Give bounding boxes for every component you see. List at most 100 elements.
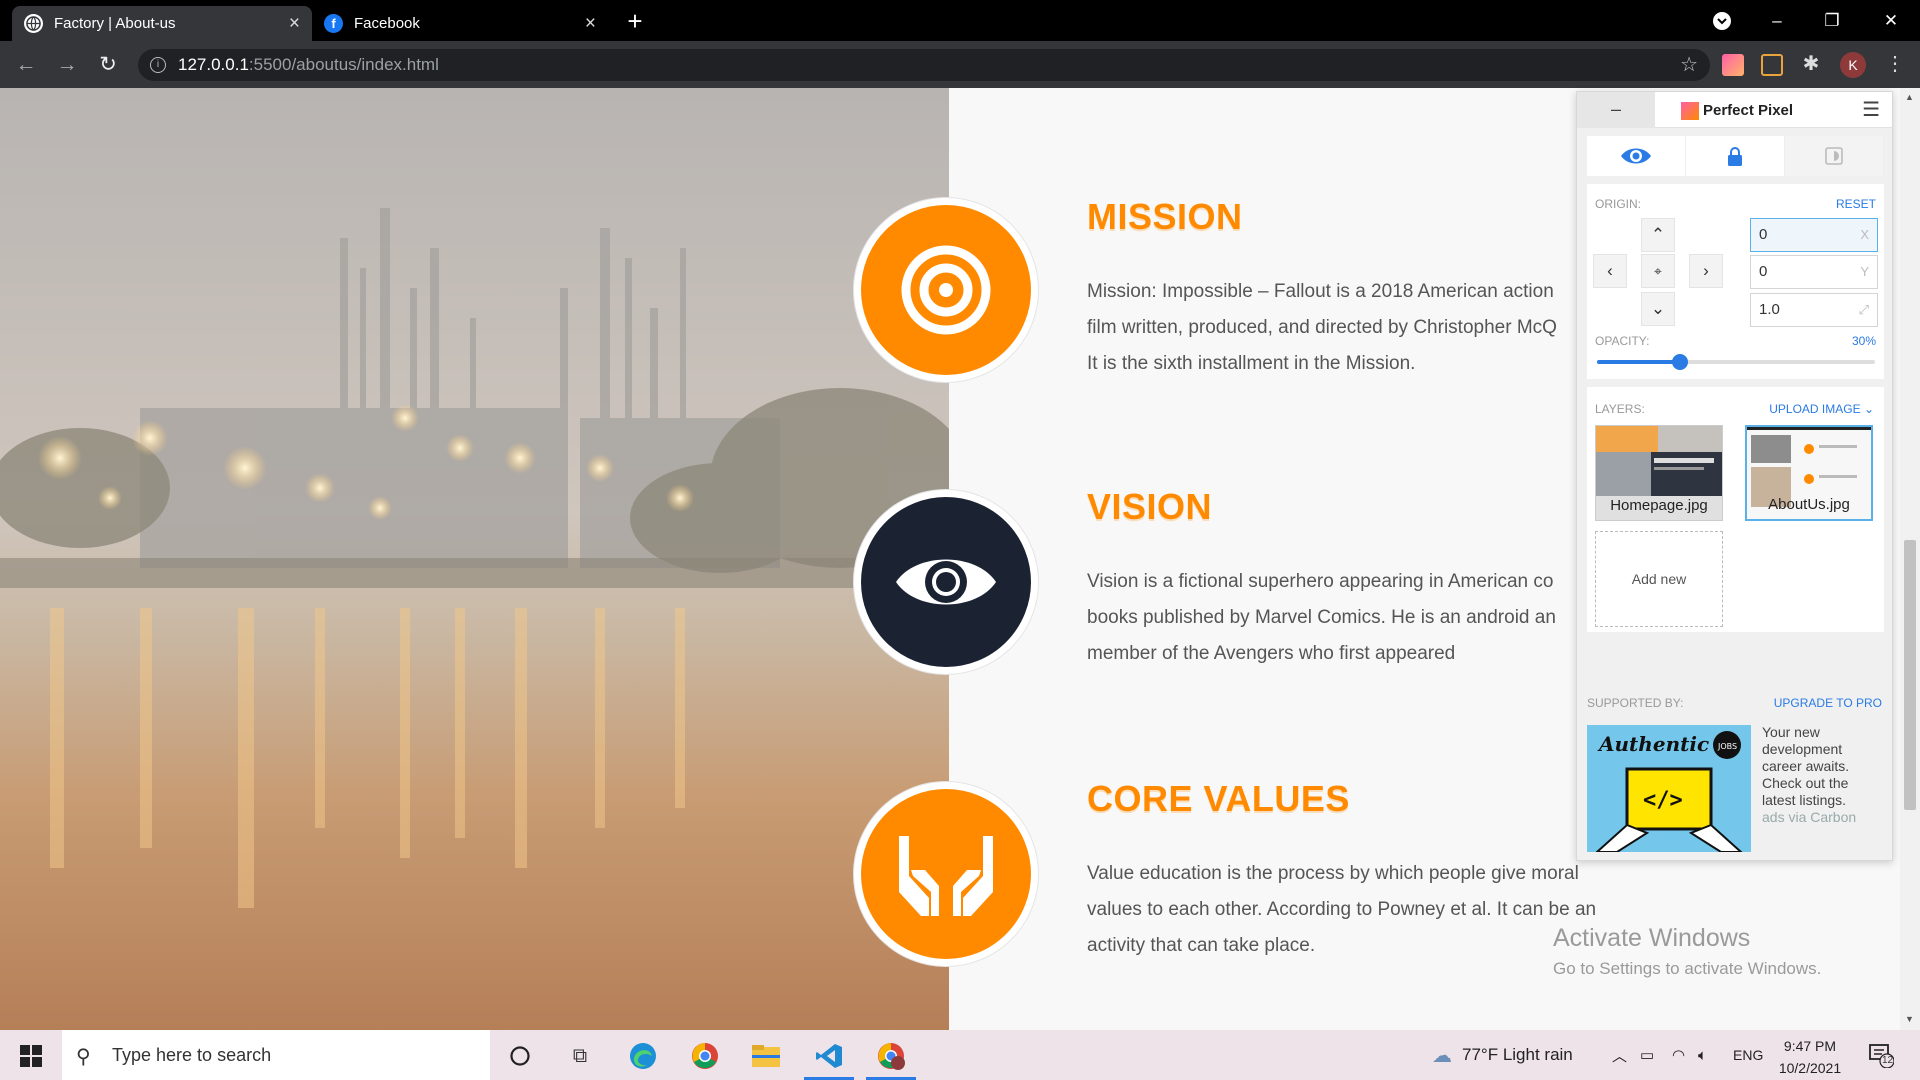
layer-thumbnail-homepage[interactable]: Homepage.jpg xyxy=(1595,425,1723,521)
screenshot-extension-icon[interactable] xyxy=(1761,54,1783,76)
restore-window-button[interactable]: ❐ xyxy=(1809,0,1855,41)
show-hidden-icons-button[interactable]: ︿ xyxy=(1612,1030,1627,1080)
layers-card: LAYERS: UPLOAD IMAGE ⌄ Homepage.jpg Abou… xyxy=(1587,387,1884,632)
scale-value: 1.0 xyxy=(1759,301,1780,318)
move-left-button[interactable]: ‹ xyxy=(1593,254,1627,288)
notification-center-icon[interactable]: 12 xyxy=(1868,1042,1895,1069)
layer-name: Homepage.jpg xyxy=(1610,497,1708,514)
carbon-ad-image[interactable]: Authentic JOBS </> xyxy=(1587,725,1751,852)
battery-icon[interactable]: ▭ xyxy=(1640,1030,1654,1080)
tab-factory-about-us[interactable]: Factory | About-us × xyxy=(12,6,312,41)
layers-label: LAYERS: xyxy=(1595,402,1645,416)
ad-copy: Your new development career awaits. Chec… xyxy=(1762,724,1850,808)
scrollbar-thumb[interactable] xyxy=(1904,540,1916,810)
upgrade-to-pro-link[interactable]: UPGRADE TO PRO xyxy=(1774,696,1882,710)
center-origin-button[interactable]: ⌖ xyxy=(1641,254,1675,288)
hamburger-menu-icon[interactable]: ☰ xyxy=(1862,100,1880,120)
vision-icon-circle xyxy=(854,490,1038,674)
layer-thumbnail-aboutus[interactable]: AboutUs.jpg xyxy=(1745,425,1873,521)
vision-heading: VISION xyxy=(1087,486,1213,527)
add-new-layer-button[interactable]: Add new xyxy=(1595,531,1723,627)
ad-brand-text: Authentic xyxy=(1597,732,1709,756)
extensions-puzzle-icon[interactable]: ✱ xyxy=(1800,53,1822,75)
language-indicator[interactable]: ENG xyxy=(1733,1030,1763,1080)
hands-icon xyxy=(899,836,993,916)
search-icon: ⚲ xyxy=(76,1046,91,1068)
carbon-ad-text[interactable]: Your new development career awaits. Chec… xyxy=(1762,724,1882,826)
back-icon[interactable]: ← xyxy=(12,51,40,79)
opacity-slider-knob[interactable] xyxy=(1672,354,1689,370)
close-tab-icon[interactable]: × xyxy=(585,14,596,33)
invert-colors-button[interactable] xyxy=(1785,136,1884,176)
move-down-button[interactable]: ⌄ xyxy=(1641,292,1675,326)
mission-icon-circle xyxy=(854,198,1038,382)
page-scrollbar[interactable]: ▲ ▼ xyxy=(1900,88,1920,1030)
vision-body: Vision is a fictional superhero appearin… xyxy=(1087,571,1556,664)
origin-label: ORIGIN: xyxy=(1595,197,1642,211)
chrome-icon[interactable] xyxy=(688,1039,722,1073)
invert-icon xyxy=(1825,147,1843,165)
forward-icon[interactable]: → xyxy=(53,51,81,79)
mission-heading: MISSION xyxy=(1087,196,1243,237)
toggle-visibility-button[interactable] xyxy=(1587,136,1686,176)
reset-link[interactable]: RESET xyxy=(1836,197,1876,211)
opacity-value: 30% xyxy=(1851,334,1876,348)
taskbar-clock[interactable]: 9:47 PM 10/2/2021 xyxy=(1765,1035,1855,1079)
upload-image-button[interactable]: UPLOAD IMAGE ⌄ xyxy=(1769,402,1874,416)
origin-x-value: 0 xyxy=(1759,226,1768,243)
chevron-up-icon: ︿ xyxy=(1612,1047,1628,1065)
opacity-label: OPACITY: xyxy=(1595,334,1650,348)
taskbar-search-box[interactable]: ⚲ Type here to search xyxy=(62,1030,490,1080)
watermark-subtitle: Go to Settings to activate Windows. xyxy=(1553,959,1822,978)
browser-menu-icon[interactable]: ⋮ xyxy=(1884,53,1906,75)
reload-icon[interactable]: ↻ xyxy=(94,51,122,79)
bookmark-star-icon[interactable]: ☆ xyxy=(1680,49,1698,81)
eye-icon xyxy=(896,559,996,605)
facebook-icon: f xyxy=(324,14,343,33)
perfect-pixel-extension-icon[interactable] xyxy=(1722,54,1744,76)
profile-avatar[interactable]: K xyxy=(1840,52,1866,78)
scroll-down-icon[interactable]: ▼ xyxy=(1905,1014,1914,1024)
panel-toolbar xyxy=(1587,136,1884,176)
tab-search-icon[interactable] xyxy=(1699,0,1745,41)
new-tab-button[interactable]: + xyxy=(620,6,650,36)
close-window-button[interactable]: ✕ xyxy=(1868,0,1914,41)
opacity-slider[interactable] xyxy=(1597,354,1875,370)
perfect-pixel-panel: – Perfect Pixel ☰ ORIGIN: RESET ⌃ ‹ ⌖ › … xyxy=(1576,91,1893,861)
scale-field[interactable]: 1.0 ⤢ xyxy=(1750,293,1878,327)
tab-facebook[interactable]: f Facebook × xyxy=(312,6,608,41)
weather-widget[interactable]: ☁ 77°F Light rain xyxy=(1432,1030,1573,1080)
lock-icon xyxy=(1728,147,1742,166)
clock-date: 10/2/2021 xyxy=(1778,1060,1842,1076)
x-axis-suffix: X xyxy=(1860,227,1869,242)
volume-icon[interactable]: 🔈︎ xyxy=(1698,1030,1707,1080)
address-bar[interactable]: i 127.0.0.1:5500/aboutus/index.html ☆ xyxy=(138,49,1710,81)
move-right-button[interactable]: › xyxy=(1689,254,1723,288)
tab-title: Facebook xyxy=(354,15,420,32)
origin-y-field[interactable]: 0 Y xyxy=(1750,255,1878,289)
y-axis-suffix: Y xyxy=(1860,264,1869,279)
minimize-window-button[interactable]: – xyxy=(1754,0,1800,41)
origin-x-field[interactable]: 0 X xyxy=(1750,218,1878,252)
layer-name: AboutUs.jpg xyxy=(1768,496,1850,513)
wifi-icon[interactable]: ◠ xyxy=(1672,1030,1685,1080)
core-values-icon-circle xyxy=(854,782,1038,966)
weather-text: 77°F Light rain xyxy=(1462,1045,1573,1064)
globe-icon xyxy=(24,14,43,33)
scroll-up-icon[interactable]: ▲ xyxy=(1905,92,1914,102)
file-explorer-icon[interactable] xyxy=(749,1039,783,1073)
cortana-icon[interactable] xyxy=(503,1039,537,1073)
windows-start-icon[interactable] xyxy=(14,1039,48,1073)
vscode-icon[interactable] xyxy=(812,1039,846,1073)
task-view-icon[interactable]: ⧉ xyxy=(563,1039,597,1073)
lock-button[interactable] xyxy=(1686,136,1785,176)
eye-icon xyxy=(1621,148,1651,164)
move-up-button[interactable]: ⌃ xyxy=(1641,218,1675,252)
close-tab-icon[interactable]: × xyxy=(289,14,300,33)
ads-via-carbon[interactable]: ads via Carbon xyxy=(1762,809,1856,825)
svg-text:</>: </> xyxy=(1643,788,1683,813)
chrome-profile-icon[interactable] xyxy=(874,1039,908,1073)
edge-icon[interactable] xyxy=(626,1039,660,1073)
panel-minimize-button[interactable]: – xyxy=(1577,92,1655,128)
info-icon[interactable]: i xyxy=(150,57,166,73)
